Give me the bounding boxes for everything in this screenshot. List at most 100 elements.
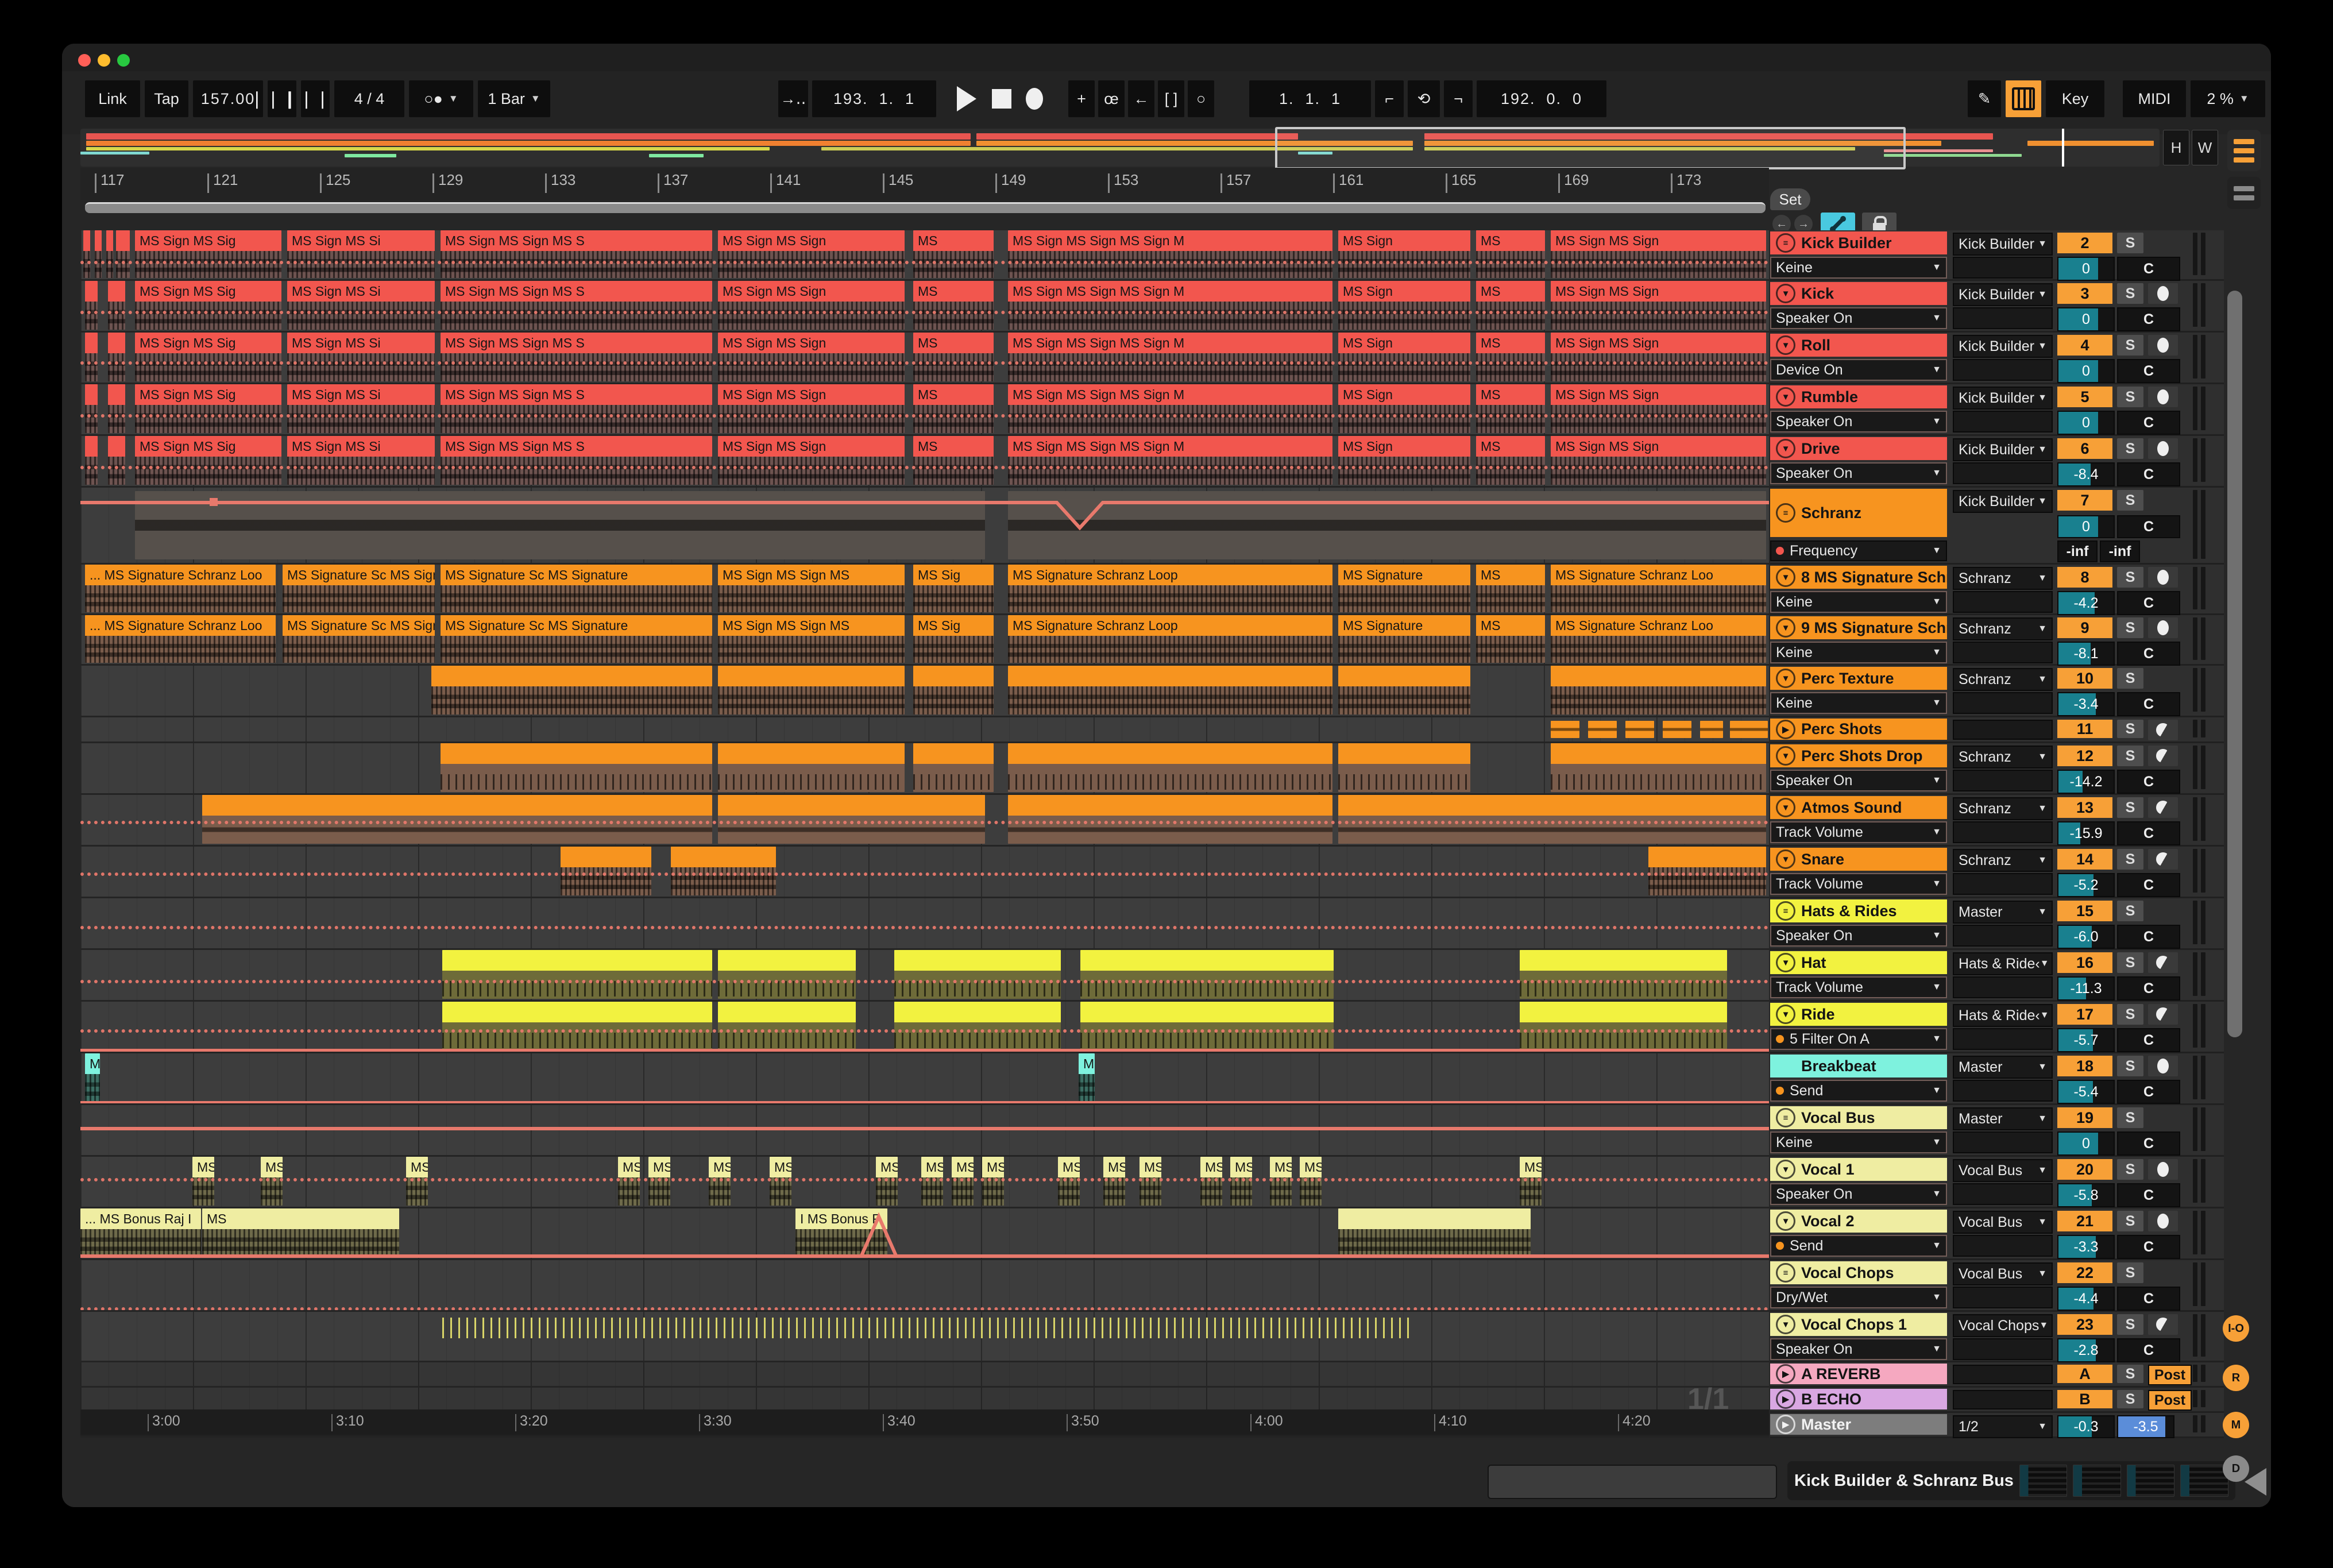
solo-button[interactable]: S [2117, 797, 2143, 818]
output-routing-chooser[interactable]: Hats & Ride‹▼ [1953, 1004, 2053, 1027]
automation-control-chooser[interactable]: Keine▼ [1770, 642, 1947, 663]
clip[interactable] [913, 743, 994, 792]
clip[interactable] [1663, 721, 1691, 738]
automation-control-chooser[interactable]: Speaker On▼ [1770, 462, 1947, 484]
track-name-kick[interactable]: ▼Kick [1770, 282, 1947, 305]
device-slot[interactable] [1953, 770, 2053, 791]
track-name-hats-rides[interactable]: ≡Hats & Rides [1770, 899, 1947, 922]
pan-button[interactable]: C [2117, 591, 2180, 615]
arm-button[interactable] [2148, 335, 2178, 356]
output-routing-chooser[interactable]: Schranz▼ [1953, 617, 2053, 640]
clip[interactable]: MS Sign [1338, 281, 1470, 330]
clip[interactable] [431, 666, 712, 715]
track-name-snare[interactable]: ▼Snare [1770, 848, 1947, 871]
track-name-vocal-chops-1[interactable]: ▼Vocal Chops 1 [1770, 1313, 1947, 1336]
automation-control-chooser[interactable]: Speaker On▼ [1770, 411, 1947, 432]
track-number-badge[interactable]: 10 [2057, 668, 2112, 689]
track-name-8-ms-signature-schra[interactable]: ▼8 MS Signature Schra [1770, 566, 1947, 589]
clip[interactable]: MS [1476, 565, 1545, 612]
clip[interactable]: MS Sign MS Sign [718, 230, 905, 278]
clip[interactable] [106, 230, 113, 278]
track-number-badge[interactable]: 7 [2057, 490, 2112, 511]
clip[interactable]: MS Sign MS Sign MS Sign M [1008, 230, 1332, 278]
clip[interactable]: MS Sign MS Si [287, 436, 435, 485]
arrangement-lane[interactable] [80, 898, 1769, 950]
track-number-badge[interactable]: 19 [2057, 1107, 2112, 1128]
arrangement-position-field[interactable]: 193. 1. 1 [812, 80, 936, 117]
automation-control-chooser[interactable]: Track Volume▼ [1770, 873, 1947, 895]
clip[interactable] [108, 384, 125, 433]
re-enable-automation-button[interactable]: ← [1128, 80, 1154, 117]
clip[interactable] [1588, 721, 1617, 738]
device-slot[interactable] [1953, 591, 2053, 613]
automation-control-chooser[interactable]: Speaker On▼ [1770, 1338, 1947, 1360]
vertical-scrollbar[interactable] [2227, 291, 2242, 1037]
track-number-badge[interactable]: 4 [2057, 335, 2112, 356]
routing-blank[interactable] [1953, 1390, 2053, 1409]
clip[interactable] [108, 436, 125, 485]
clip[interactable]: MS Sign MS Sign [718, 384, 905, 433]
clip[interactable]: MS Sign MS Sign MS S [441, 333, 712, 381]
clip[interactable] [718, 666, 905, 715]
link-button[interactable]: Link [85, 80, 140, 117]
clip[interactable]: MS Sign MS Sign MS S [441, 384, 712, 433]
clip[interactable]: MS [913, 436, 994, 485]
clip[interactable]: MS Sign [1338, 436, 1470, 485]
output-routing-chooser[interactable]: Kick Builder▼ [1953, 438, 2053, 461]
clip[interactable]: MS Sign MS Sign MS [718, 615, 905, 663]
track-name-drive[interactable]: ▼Drive [1770, 437, 1947, 460]
device-chain-preview[interactable]: Kick Builder & Schranz Bus [1787, 1461, 2235, 1500]
clip[interactable]: ... MS Signature Schranz Loo [85, 565, 276, 612]
arrangement-overview[interactable] [80, 129, 2160, 167]
clip[interactable]: MS Signature Sc MS Signature [441, 565, 712, 612]
clip[interactable] [1008, 666, 1332, 715]
track-name-perc-shots[interactable]: ▶Perc Shots [1770, 719, 1947, 740]
clip[interactable] [202, 795, 712, 844]
track-number-badge[interactable]: 9 [2057, 617, 2112, 638]
solo-button[interactable]: S [2117, 668, 2143, 689]
track-number-badge[interactable]: 18 [2057, 1056, 2112, 1076]
send-amount-field[interactable]: -5.7 [2057, 1028, 2115, 1052]
track-number-badge[interactable]: 15 [2057, 901, 2112, 921]
midi-map-button[interactable]: MIDI [2123, 80, 2186, 117]
arrangement-lane[interactable]: MS Sign MS SigMS Sign MS SiMS Sign MS Si… [80, 384, 1769, 436]
automation-line[interactable] [80, 414, 1769, 418]
clip[interactable]: MS Signature Sc MS Signatur [283, 565, 435, 612]
clip[interactable] [1520, 1002, 1727, 1051]
clip[interactable]: MS Sign [1338, 230, 1470, 278]
clip[interactable]: MS Signature Schranz Loo [1551, 565, 1766, 612]
clip[interactable]: MS Signature [1338, 615, 1470, 663]
clip[interactable]: M [85, 1053, 100, 1102]
automation-control-chooser[interactable]: 5 Filter On A▼ [1770, 1028, 1947, 1050]
solo-button[interactable]: S [2117, 849, 2143, 870]
solo-button[interactable]: S [2117, 1262, 2143, 1283]
send-amount-field[interactable]: -6.0 [2057, 925, 2115, 949]
device-slot[interactable] [1953, 411, 2053, 432]
send-amount-field[interactable]: 0 [2057, 515, 2115, 538]
track-name-vocal-1[interactable]: ▼Vocal 1 [1770, 1158, 1947, 1181]
solo-button[interactable]: S [2117, 490, 2143, 511]
automation-line[interactable] [80, 980, 1769, 983]
arm-button[interactable] [2148, 283, 2178, 304]
arrangement-lane[interactable]: MMS [80, 1053, 1769, 1105]
device-slot[interactable] [1953, 1028, 2053, 1050]
monitor-button[interactable] [2148, 746, 2178, 766]
device-thumbnail[interactable] [2073, 1465, 2121, 1497]
clip[interactable]: MS Sign MS Sig [135, 230, 281, 278]
clip[interactable]: MS Sign MS Sign MS Sign M [1008, 333, 1332, 381]
pan-button[interactable]: C [2117, 1131, 2180, 1156]
clip[interactable]: MS Sign MS Sign [1551, 281, 1766, 330]
follow-button[interactable]: →‥ [778, 80, 808, 117]
clip[interactable]: MS Signature Sc MS Signature [441, 615, 712, 663]
track-lane-toggle[interactable] [2227, 177, 2261, 209]
arm-button[interactable] [2148, 1056, 2178, 1076]
pan-button[interactable]: C [2117, 1338, 2180, 1362]
arm-button[interactable] [2148, 438, 2178, 459]
device-slot[interactable] [1953, 976, 2053, 998]
device-slot[interactable] [1953, 1287, 2053, 1308]
solo-button[interactable]: S [2117, 746, 2143, 766]
output-routing-chooser[interactable]: Master▼ [1953, 901, 2053, 924]
device-slot[interactable] [1953, 821, 2053, 843]
track-name-hat[interactable]: ▼Hat [1770, 951, 1947, 974]
arrangement-lane[interactable] [80, 666, 1769, 717]
